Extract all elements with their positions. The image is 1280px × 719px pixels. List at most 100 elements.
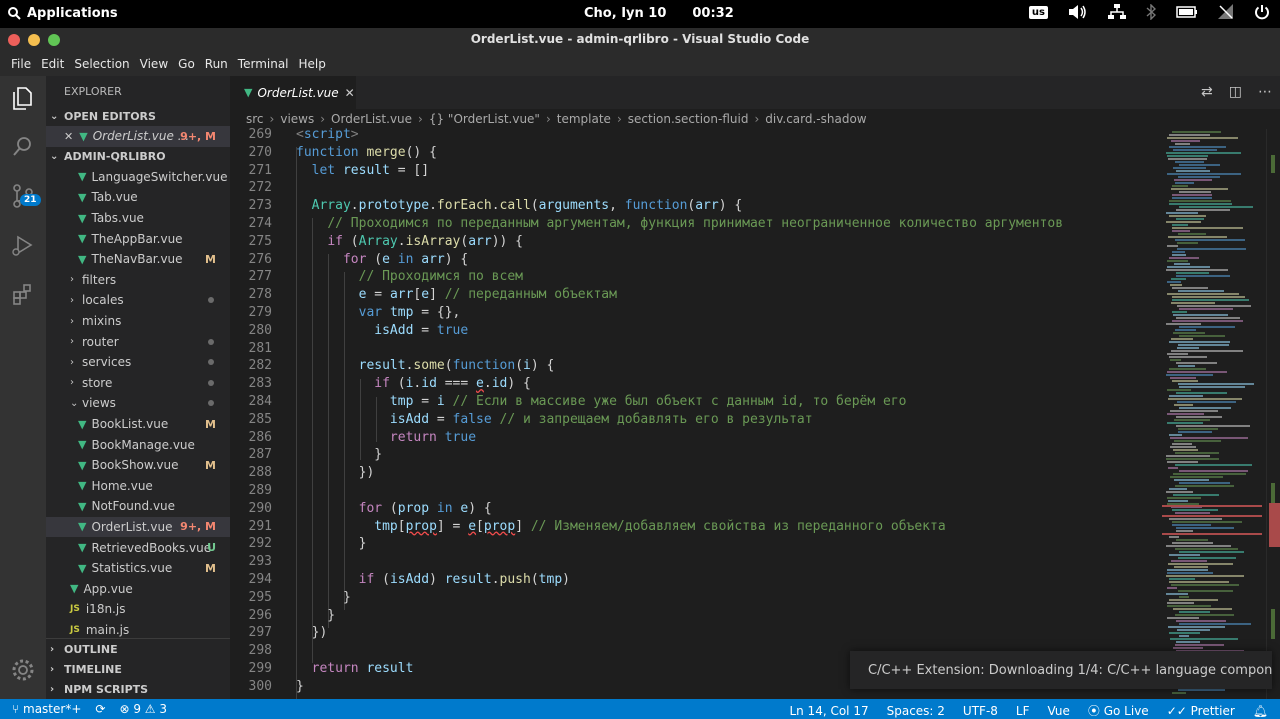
battery-icon[interactable] xyxy=(1176,6,1198,18)
applications-menu[interactable]: Applications xyxy=(8,6,118,21)
branch-indicator[interactable]: ⑂ master*+ xyxy=(12,702,81,716)
code-editor[interactable]: 269 <script> 270 function merge() {271 let … xyxy=(230,127,1158,699)
minimap-line xyxy=(1166,458,1219,460)
wifi-off-icon[interactable] xyxy=(1218,4,1234,20)
file-tree-item[interactable]: ▼ Tabs.vue xyxy=(46,208,230,229)
menu-item-edit[interactable]: Edit xyxy=(36,52,69,76)
keyboard-layout-indicator[interactable]: us xyxy=(1028,5,1048,19)
breadcrumb-item[interactable]: {} "OrderList.vue" xyxy=(429,112,540,126)
code-line: 292 } xyxy=(230,536,1158,554)
problems-indicator[interactable]: ⊗ 9 ⚠ 3 xyxy=(119,702,167,716)
file-tree-item[interactable]: ▼ LanguageSwitcher.vue xyxy=(46,167,230,188)
menu-item-run[interactable]: Run xyxy=(200,52,233,76)
encoding[interactable]: UTF-8 xyxy=(963,704,998,718)
vertical-scrollbar[interactable] xyxy=(1266,129,1280,699)
minimap-line xyxy=(1170,446,1196,448)
minimap-line xyxy=(1170,359,1181,361)
file-tree-item[interactable]: ▼ Home.vue xyxy=(46,476,230,497)
file-tree-item[interactable]: › mixins xyxy=(46,311,230,332)
open-editor-item[interactable]: ✕ ▼ OrderList.vue ... 9+, M xyxy=(46,126,230,147)
menu-item-terminal[interactable]: Terminal xyxy=(233,52,294,76)
file-tree-item[interactable]: ▼ RetrievedBooks.vue U xyxy=(46,537,230,558)
cursor-position[interactable]: Ln 14, Col 17 xyxy=(789,704,868,718)
minimap-line xyxy=(1166,269,1228,271)
breadcrumb-item[interactable]: section.section-fluid xyxy=(628,112,749,126)
minimap-line xyxy=(1167,137,1238,139)
go-live-button[interactable]: ⦿ Go Live xyxy=(1088,702,1149,719)
prettier-button[interactable]: ✓✓ Prettier xyxy=(1167,704,1235,718)
open-changes-icon[interactable]: ⇄ xyxy=(1201,84,1213,100)
file-tree-item[interactable]: ▼ BookManage.vue xyxy=(46,434,230,455)
extensions-icon[interactable] xyxy=(9,280,37,308)
indentation[interactable]: Spaces: 2 xyxy=(887,704,945,718)
file-tree-item[interactable]: › filters xyxy=(46,270,230,291)
minimap-line xyxy=(1171,188,1228,190)
file-tree-label: locales xyxy=(82,293,124,308)
menu-item-view[interactable]: View xyxy=(135,52,173,76)
code-line: 285 isAdd = false // и запрещаем добавля… xyxy=(230,412,1158,430)
open-editors-section[interactable]: ⌄ OPEN EDITORS xyxy=(46,106,230,126)
line-number: 290 xyxy=(248,500,272,516)
outline-section[interactable]: › OUTLINE xyxy=(46,639,230,659)
minimap-line xyxy=(1177,242,1198,244)
sync-icon[interactable]: ⟳ xyxy=(95,702,105,716)
menu-item-go[interactable]: Go xyxy=(173,52,200,76)
volume-icon[interactable] xyxy=(1068,4,1088,20)
breadcrumb-item[interactable]: template xyxy=(557,112,611,126)
code-text: } xyxy=(296,607,336,623)
file-tree-item[interactable]: ▼ App.vue xyxy=(46,578,230,599)
file-tree-label: store xyxy=(82,375,113,390)
project-section[interactable]: ⌄ ADMIN-QRLIBRO xyxy=(46,147,230,167)
tab-orderlist[interactable]: ▼ OrderList.vue ✕ xyxy=(230,76,356,109)
file-tree-item[interactable]: ▼ BookList.vue M xyxy=(46,414,230,435)
menu-item-selection[interactable]: Selection xyxy=(69,52,134,76)
line-ending[interactable]: LF xyxy=(1016,704,1030,718)
file-tree-label: BookManage.vue xyxy=(91,437,195,452)
breadcrumb-item[interactable]: src xyxy=(246,112,264,126)
minimap[interactable] xyxy=(1158,129,1266,699)
power-icon[interactable] xyxy=(1254,4,1270,20)
npm-scripts-section[interactable]: › NPM SCRIPTS xyxy=(46,679,230,699)
file-tree-item[interactable]: ▼ TheAppBar.vue xyxy=(46,228,230,249)
explorer-icon[interactable] xyxy=(9,84,37,112)
file-tree-item[interactable]: ▼ BookShow.vue M xyxy=(46,455,230,476)
file-tree-item[interactable]: ▼ NotFound.vue xyxy=(46,496,230,517)
notifications-bell-icon[interactable]: 🔔︎ xyxy=(1253,704,1268,718)
language-mode[interactable]: Vue xyxy=(1048,704,1070,718)
search-icon[interactable] xyxy=(9,133,37,161)
notification-toast[interactable]: C/C++ Extension: Downloading 1/4: C/C++ … xyxy=(850,651,1272,689)
menu-item-file[interactable]: File xyxy=(6,52,36,76)
manage-gear-icon[interactable] xyxy=(9,656,37,684)
breadcrumb-item[interactable]: OrderList.vue xyxy=(331,112,412,126)
vue-file-icon: ▼ xyxy=(244,86,253,99)
minimap-line xyxy=(1169,581,1229,583)
minimap-line xyxy=(1173,473,1246,475)
file-tree-item[interactable]: › store xyxy=(46,373,230,394)
more-actions-icon[interactable]: ⋯ xyxy=(1258,84,1272,100)
close-tab-icon[interactable]: ✕ xyxy=(345,86,355,100)
split-editor-icon[interactable]: ◫ xyxy=(1229,84,1242,100)
clock[interactable]: Cho, Iyn 10 00:32 xyxy=(584,6,734,21)
timeline-section[interactable]: › TIMELINE xyxy=(46,659,230,679)
file-tree-item[interactable]: JS i18n.js xyxy=(46,599,230,620)
breadcrumb-item[interactable]: div.card.-shadow xyxy=(765,112,866,126)
breadcrumb-item[interactable]: views xyxy=(280,112,314,126)
bluetooth-icon[interactable] xyxy=(1146,4,1156,20)
system-tray: us xyxy=(1028,4,1270,20)
file-tree-item[interactable]: ▼ TheNavBar.vue M xyxy=(46,249,230,270)
run-debug-icon[interactable] xyxy=(9,231,37,259)
file-tree-item[interactable]: ▼ OrderList.vue 9+, M xyxy=(46,516,230,538)
file-tree-item[interactable]: ▼ Statistics.vue M xyxy=(46,558,230,579)
network-icon[interactable] xyxy=(1108,4,1126,20)
notification-text: C/C++ Extension: Downloading 1/4: C/C++ … xyxy=(868,662,1272,678)
file-tree-item[interactable]: › locales xyxy=(46,290,230,311)
close-icon[interactable]: ✕ xyxy=(64,130,73,143)
file-tree-item[interactable]: ▼ Tab.vue xyxy=(46,187,230,208)
file-tree-item[interactable]: › router xyxy=(46,331,230,352)
line-number: 287 xyxy=(248,447,272,463)
file-tree-item[interactable]: ⌄ views xyxy=(46,393,230,414)
line-number: 295 xyxy=(248,589,272,605)
minimap-line xyxy=(1174,263,1190,265)
file-tree-item[interactable]: › services xyxy=(46,352,230,373)
menu-item-help[interactable]: Help xyxy=(294,52,331,76)
